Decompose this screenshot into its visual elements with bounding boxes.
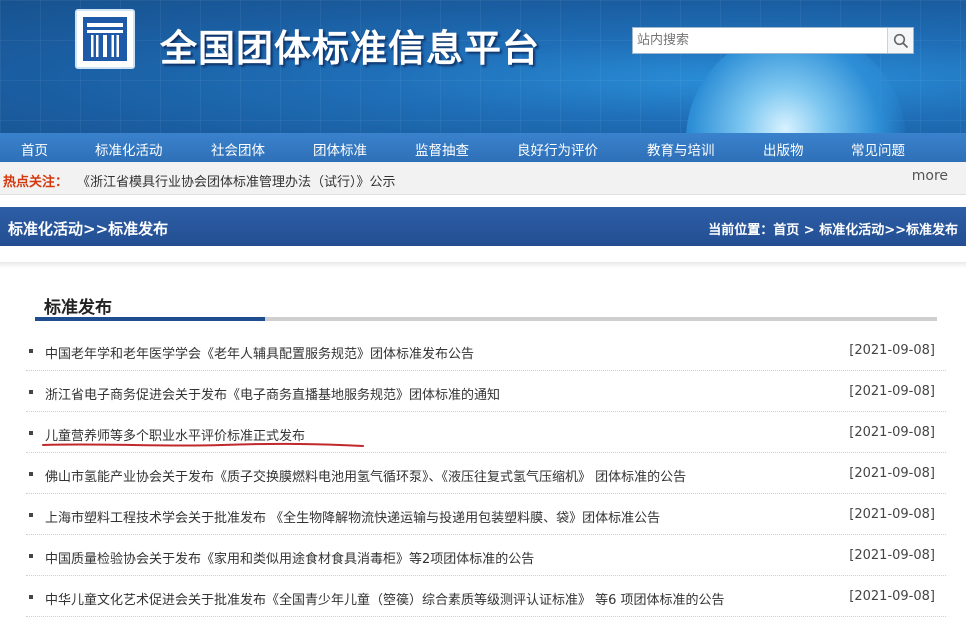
bullet-icon	[29, 595, 33, 599]
search-button[interactable]	[887, 28, 913, 53]
divider	[0, 262, 966, 268]
list-item: 中国质量检验协会关于发布《家用和类似用途食材食具消毒柜》等2项团体标准的公告 […	[26, 535, 946, 576]
bullet-icon	[29, 513, 33, 517]
nav-item-faq[interactable]: 常见问题	[851, 139, 905, 159]
list-item: 中国老年学和老年医学学会《老年人辅具配置服务规范》团体标准发布公告 [2021-…	[26, 330, 946, 371]
hot-topic-link[interactable]: 《浙江省模具行业协会团体标准管理办法（试行）》公示	[77, 171, 396, 190]
list-item-date: [2021-09-08]	[849, 466, 935, 481]
list-item-title[interactable]: 中国质量检验协会关于发布《家用和类似用途食材食具消毒柜》等2项团体标准的公告	[45, 548, 534, 567]
list-item: 浙江省电子商务促进会关于发布《电子商务直播基地服务规范》团体标准的通知 [202…	[26, 371, 946, 412]
heading-rule	[35, 317, 937, 321]
list-item-title[interactable]: 中国老年学和老年医学学会《老年人辅具配置服务规范》团体标准发布公告	[45, 343, 474, 362]
list-item-date: [2021-09-08]	[849, 548, 935, 563]
hand-drawn-underline-annotation	[42, 442, 364, 447]
list-item-date: [2021-09-08]	[849, 384, 935, 399]
nav-item-publications[interactable]: 出版物	[763, 139, 804, 159]
list-item-title[interactable]: 佛山市氢能产业协会关于发布《质子交换膜燃料电池用氢气循环泵》、《液压往复式氢气压…	[45, 466, 686, 485]
main-nav: 首页 标准化活动 社会团体 团体标准 监督抽查 良好行为评价 教育与培训 出版物…	[0, 133, 966, 162]
search-icon	[893, 33, 908, 48]
nav-item-conduct-evaluation[interactable]: 良好行为评价	[517, 139, 598, 159]
nav-item-social-groups[interactable]: 社会团体	[211, 139, 265, 159]
section-title: 标准化活动>>标准发布	[8, 220, 169, 238]
bullet-icon	[29, 349, 33, 353]
list-item: 佛山市氢能产业协会关于发布《质子交换膜燃料电池用氢气循环泵》、《液压往复式氢气压…	[26, 453, 946, 494]
site-search	[632, 27, 914, 54]
section-bar: 标准化活动>>标准发布 当前位置：首页 > 标准化活动>>标准发布	[0, 207, 966, 246]
site-title: 全国团体标准信息平台	[160, 27, 540, 70]
news-list: 中国老年学和老年医学学会《老年人辅具配置服务规范》团体标准发布公告 [2021-…	[26, 330, 946, 617]
list-item: 上海市塑料工程技术学会关于批准发布 《全生物降解物流快递运输与投递用包装塑料膜、…	[26, 494, 946, 535]
bullet-icon	[29, 390, 33, 394]
nav-item-home[interactable]: 首页	[21, 139, 48, 159]
heading-rule-accent	[35, 317, 265, 321]
bullet-icon	[29, 472, 33, 476]
platform-logo-icon[interactable]	[75, 9, 135, 69]
nav-item-standardization[interactable]: 标准化活动	[95, 139, 163, 159]
list-item-title[interactable]: 中华儿童文化艺术促进会关于批准发布《全国青少年儿童（箜篌）综合素质等级测评认证标…	[45, 589, 725, 608]
bullet-icon	[29, 431, 33, 435]
nav-item-group-standards[interactable]: 团体标准	[313, 139, 367, 159]
hot-label: 热点关注：	[3, 175, 69, 190]
hot-topics-bar: 热点关注： 《浙江省模具行业协会团体标准管理办法（试行）》公示 more	[0, 162, 966, 195]
breadcrumb: 当前位置：首页 > 标准化活动>>标准发布	[708, 223, 958, 238]
list-item-date: [2021-09-08]	[849, 343, 935, 358]
nav-item-inspection[interactable]: 监督抽查	[415, 139, 469, 159]
bullet-icon	[29, 554, 33, 558]
more-link[interactable]: more	[912, 168, 948, 184]
list-item-title[interactable]: 浙江省电子商务促进会关于发布《电子商务直播基地服务规范》团体标准的通知	[45, 384, 500, 403]
list-item-date: [2021-09-08]	[849, 507, 935, 522]
nav-item-education[interactable]: 教育与培训	[647, 139, 715, 159]
list-item-date: [2021-09-08]	[849, 589, 935, 604]
page-title: 标准发布	[44, 298, 112, 318]
header-banner: 全国团体标准信息平台	[0, 0, 966, 133]
list-item-title[interactable]: 上海市塑料工程技术学会关于批准发布 《全生物降解物流快递运输与投递用包装塑料膜、…	[45, 507, 660, 526]
list-item-date: [2021-09-08]	[849, 425, 935, 440]
list-item: 儿童营养师等多个职业水平评价标准正式发布 [2021-09-08]	[26, 412, 946, 453]
search-input[interactable]	[633, 28, 887, 53]
list-item: 中华儿童文化艺术促进会关于批准发布《全国青少年儿童（箜篌）综合素质等级测评认证标…	[26, 576, 946, 617]
